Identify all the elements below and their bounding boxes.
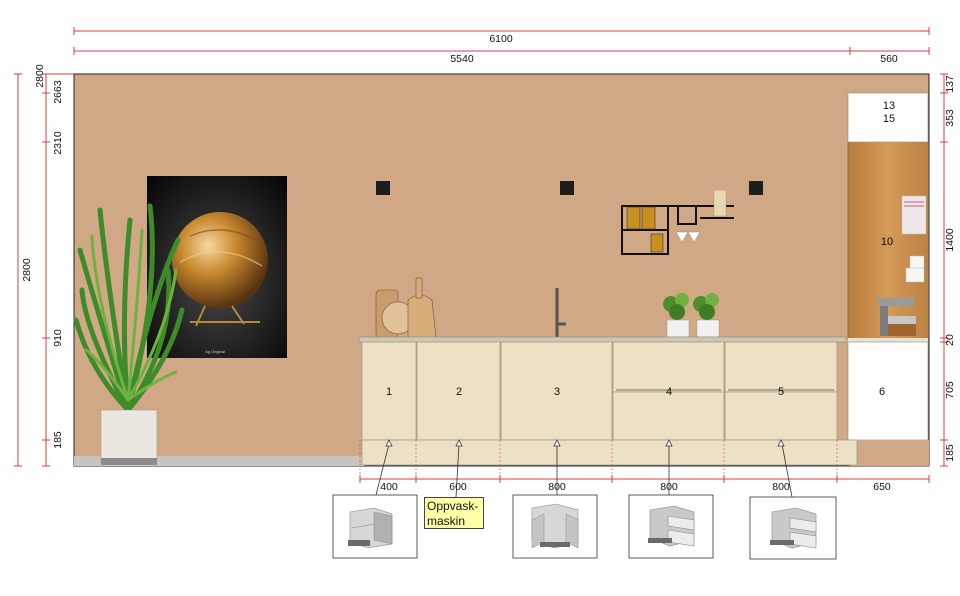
wall-light-3 (749, 181, 763, 195)
cabinet-number-3: 3 (554, 386, 560, 398)
right-dimensions (940, 73, 948, 467)
dim-bottom-650: 650 (873, 481, 891, 493)
dim-total-height: 2800 (21, 258, 33, 282)
dim-bottom-600: 600 (449, 481, 467, 493)
tall-unit-label-10: 10 (881, 236, 893, 248)
tall-unit-label-13: 13 (883, 100, 895, 112)
cabinet-number-2: 2 (456, 386, 462, 398)
note-line-2: maskin (427, 514, 466, 528)
cabinet-number-1: 1 (386, 386, 392, 398)
tall-unit-label-15: 15 (883, 113, 895, 125)
worktop (358, 336, 847, 343)
dim-left-910: 910 (52, 329, 64, 347)
dim-total-width: 6100 (489, 33, 513, 45)
dim-right-185: 185 (944, 444, 956, 462)
cabinet-icon-4 (628, 494, 714, 559)
note-line-1: Oppvask- (427, 499, 479, 513)
dim-bottom-800c: 800 (772, 481, 790, 493)
dishwasher-note: Oppvask- maskin (424, 497, 484, 529)
wall-light-1 (376, 181, 390, 195)
dim-left-2800: 2800 (34, 64, 46, 88)
dim-left-2310: 2310 (52, 131, 64, 155)
dim-right-137: 137 (944, 75, 956, 93)
wall-light-2 (560, 181, 574, 195)
dim-left-width: 5540 (450, 53, 474, 65)
cabinet-number-6: 6 (879, 386, 885, 398)
dim-left-185: 185 (52, 431, 64, 449)
dim-right-20: 20 (944, 334, 956, 346)
cabinet-number-5: 5 (778, 386, 784, 398)
dim-right-1400: 1400 (944, 228, 956, 252)
dim-left-2663: 2663 (52, 80, 64, 104)
cabinet-icon-5 (749, 496, 837, 560)
dim-right-705: 705 (944, 381, 956, 399)
cabinet-number-4: 4 (666, 386, 672, 398)
bottom-dimensions (359, 475, 930, 483)
cabinet-icon-3 (512, 494, 598, 559)
cabinet-icon-1 (332, 494, 418, 559)
dim-right-width: 560 (880, 53, 898, 65)
poster-caption: Ag Original (205, 349, 225, 354)
dim-bottom-400: 400 (380, 481, 398, 493)
tall-unit (847, 92, 929, 466)
dim-right-353: 353 (944, 109, 956, 127)
